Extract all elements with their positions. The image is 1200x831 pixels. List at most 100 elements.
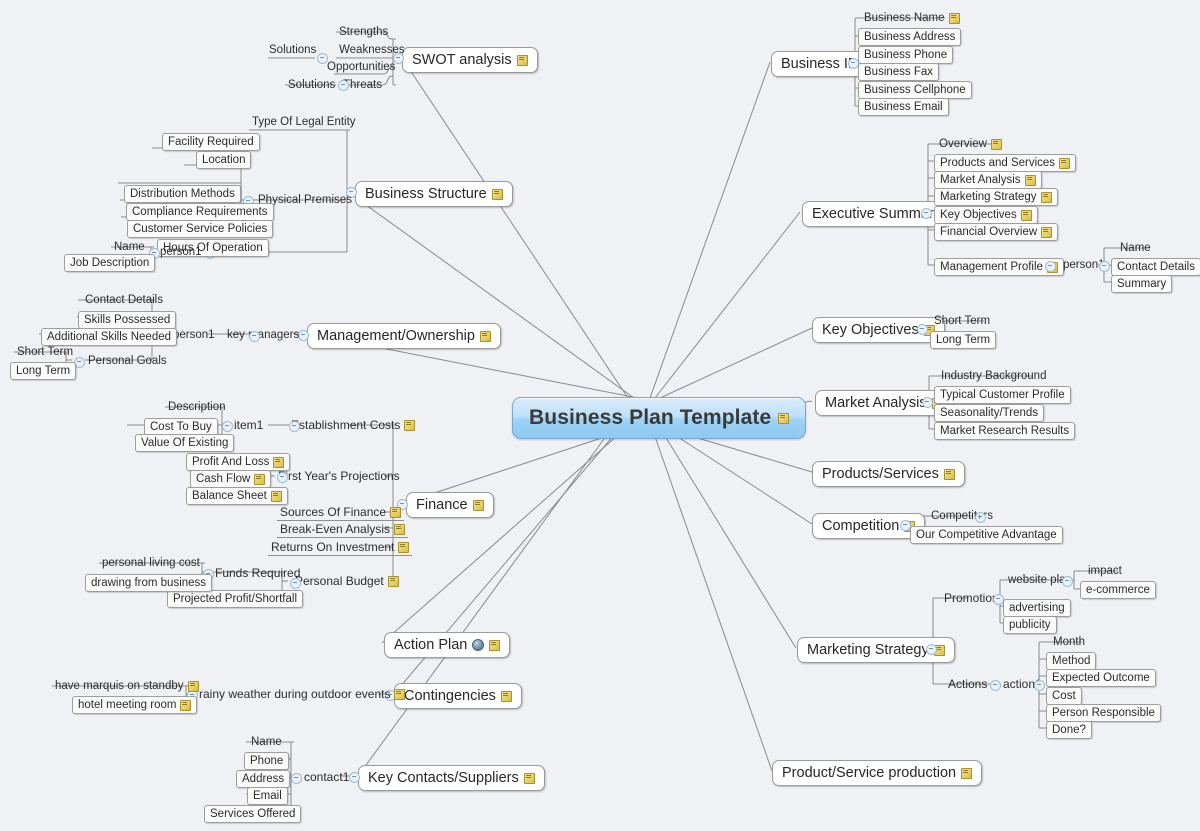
branch-products-services[interactable]: Products/Services: [812, 461, 965, 487]
toggle-key-objectives[interactable]: [917, 324, 928, 335]
node-label: Business Name: [864, 12, 945, 24]
node-label: Market Analysis: [940, 174, 1021, 186]
toggle-marketing-strategy[interactable]: [926, 644, 937, 655]
goals-child-long-term: Long Term: [10, 362, 77, 380]
item1-child-description: Description: [165, 400, 229, 415]
node-label: person1: [173, 329, 215, 341]
note-icon: [398, 541, 410, 553]
action-child-cost: Cost: [1046, 687, 1082, 705]
comp-child-advantage: Our Competitive Advantage: [910, 526, 1063, 544]
toggle-competitors-expand[interactable]: [975, 512, 986, 523]
node-label: Personal Goals: [88, 355, 167, 367]
branch-finance[interactable]: Finance: [406, 492, 494, 518]
branch-contingencies[interactable]: Contingencies: [394, 683, 522, 709]
branch-management-ownership[interactable]: Management/Ownership: [307, 323, 501, 349]
toggle-item1[interactable]: [222, 421, 233, 432]
note-icon: [1040, 191, 1052, 203]
note-icon: [491, 188, 503, 200]
branch-label: Product/Service production: [782, 765, 957, 781]
note-icon: [1024, 174, 1036, 186]
node-label: Break-Even Analysis: [280, 522, 391, 536]
contact-child-address: Address: [236, 770, 291, 788]
bs-child-legal-entity: Type Of Legal Entity: [249, 115, 359, 130]
node-label: Management Profile: [940, 261, 1043, 273]
fy-child-balance-sheet: Balance Sheet: [186, 487, 288, 505]
node-label: rainy weather during outdoor events: [199, 687, 391, 701]
branch-label: Key Contacts/Suppliers: [368, 770, 519, 786]
node-label: drawing from business: [91, 577, 207, 589]
mgmt-person-child-addl-skills: Additional Skills Needed: [41, 328, 178, 346]
bid-child-cellphone: Business Cellphone: [858, 81, 972, 99]
node-label: Short Term: [17, 346, 74, 358]
note-icon: [523, 772, 535, 784]
branch-label: Action Plan: [394, 637, 468, 653]
node-label: Promotion: [944, 591, 999, 605]
toggle-key-managers[interactable]: [249, 331, 260, 342]
node-label: Projected Profit/Shortfall: [173, 593, 298, 605]
branch-action-plan[interactable]: Action Plan: [384, 632, 511, 658]
toggle-executive-summary[interactable]: [921, 208, 932, 219]
rainy-child-marquis: have marquis on standby: [52, 679, 202, 694]
node-label: Address: [242, 773, 285, 785]
mindmap-canvas: Business Plan Template SWOT analysis Str…: [0, 0, 1200, 831]
goals-child-short-term: Short Term: [14, 345, 76, 360]
central-node[interactable]: Business Plan Template: [512, 397, 807, 439]
web-child-impact: impact: [1085, 564, 1125, 579]
node-label: Email: [253, 790, 282, 802]
node-label: Done?: [1052, 724, 1086, 736]
branch-swot-analysis[interactable]: SWOT analysis: [402, 47, 538, 73]
toggle-market-analysis[interactable]: [922, 397, 933, 408]
node-label: contact1: [304, 770, 350, 784]
globe-icon: [472, 639, 485, 651]
toggle-first-year[interactable]: [277, 472, 288, 483]
node-label: Seasonality/Trends: [940, 407, 1039, 419]
node-label: Industry Background: [941, 370, 1047, 382]
promo-child-publicity: publicity: [1003, 616, 1057, 634]
fr-child-drawing: drawing from business: [85, 574, 213, 592]
cont-child-rainy: rainy weather during outdoor events: [196, 687, 408, 702]
branch-label: Key Objectives: [822, 322, 919, 338]
toggle-es-person1[interactable]: [1099, 261, 1110, 272]
node-label: publicity: [1009, 619, 1051, 631]
node-label: Summary: [1117, 278, 1167, 290]
swot-child-opportunities: Opportunities: [324, 60, 398, 75]
node-label: Description: [168, 401, 226, 413]
ko-child-long-term: Long Term: [930, 331, 997, 349]
toggle-website-plan[interactable]: [1062, 576, 1073, 587]
branch-product-service-production[interactable]: Product/Service production: [772, 760, 983, 786]
node-label: Additional Skills Needed: [47, 331, 172, 343]
node-label: Typical Customer Profile: [940, 389, 1065, 401]
note-icon: [778, 412, 790, 424]
node-label: Long Term: [936, 334, 991, 346]
node-label: Job Description: [70, 257, 150, 269]
fy-child-profit-loss: Profit And Loss: [186, 453, 291, 471]
node-label: Establishment Costs: [291, 418, 401, 432]
branch-label: Products/Services: [822, 466, 939, 482]
node-label: Expected Outcome: [1052, 672, 1150, 684]
note-icon: [273, 456, 285, 468]
staff-person-child-job: Job Description: [64, 254, 156, 272]
note-icon: [187, 680, 199, 692]
toggle-management-profile[interactable]: [1045, 261, 1056, 272]
node-label: Name: [114, 241, 145, 253]
node-label: First Year's Projections: [278, 469, 400, 483]
mgmt-person-child-skills: Skills Possessed: [78, 311, 177, 329]
node-label: Funds Required: [215, 566, 301, 580]
note-icon: [1041, 226, 1053, 238]
note-icon: [479, 330, 491, 342]
branch-key-contacts[interactable]: Key Contacts/Suppliers: [358, 765, 545, 791]
es-child-products: Products and Services: [934, 154, 1077, 172]
branch-business-structure[interactable]: Business Structure: [355, 181, 513, 207]
note-icon: [394, 523, 406, 535]
mgmt-person-child-goals: Personal Goals: [85, 354, 170, 369]
toggle-establishment-costs[interactable]: [289, 421, 300, 432]
node-label: Name: [251, 736, 282, 748]
toggle-threats[interactable]: [338, 80, 349, 91]
node-label: Cash Flow: [196, 473, 251, 485]
pp-child-facility: Facility Required: [162, 133, 260, 151]
toggle-action1[interactable]: [1034, 680, 1045, 691]
node-label: advertising: [1009, 602, 1065, 614]
node-label: Market Research Results: [940, 425, 1070, 437]
toggle-contact1[interactable]: [291, 773, 302, 784]
note-icon: [943, 468, 955, 480]
